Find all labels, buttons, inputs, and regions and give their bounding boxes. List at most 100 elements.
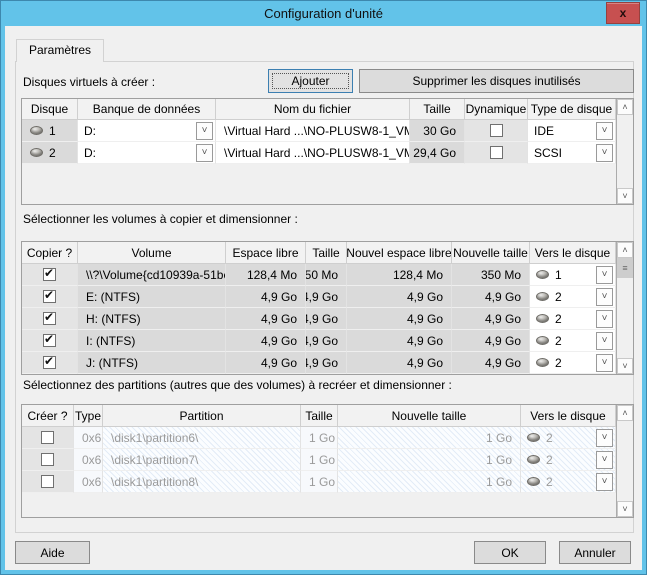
scroll-down-icon[interactable]: ˅ [617,188,633,204]
free-space-cell: 4,9 Go [226,308,306,330]
partition-cell: \disk1\partition6\ [103,427,301,449]
scrollbar[interactable]: ˄ ˅ [616,99,633,204]
table-row: E: (NTFS) 4,9 Go 4,9 Go 4,9 Go 4,9 Go 2 … [22,286,616,308]
close-button[interactable]: x [606,2,640,24]
scroll-up-icon[interactable]: ˄ [617,405,633,421]
disk-icon [536,336,549,345]
copy-checkbox[interactable] [43,334,56,347]
scroll-down-icon[interactable]: ˅ [617,501,633,517]
ok-button[interactable]: OK [474,541,546,564]
scroll-track[interactable] [617,421,633,501]
new-size-cell: 4,9 Go [452,286,530,308]
disk-type-combobox[interactable]: IDE ˅ [528,120,616,142]
scroll-up-icon[interactable]: ˄ [617,99,633,115]
disk-type-value: IDE [534,124,554,138]
col-taille: Taille [410,99,465,120]
free-space-cell: 128,4 Mo [226,264,306,286]
target-disk-combobox[interactable]: 2 ˅ [530,352,616,374]
help-button[interactable]: Aide [15,541,90,564]
type-cell: 0x6 [74,427,103,449]
disk-icon [30,126,43,135]
dynamic-checkbox[interactable] [490,124,503,137]
target-disk-combobox[interactable]: 2 ˅ [521,449,616,471]
size-cell: 4,9 Go [306,330,347,352]
target-disk-combobox[interactable]: 2 ˅ [530,330,616,352]
new-size-cell: 350 Mo [452,264,530,286]
target-disk-combobox[interactable]: 2 ˅ [521,427,616,449]
remove-button-label: Supprimer les disques inutilisés [412,74,580,88]
table-empty-area [22,164,616,204]
col-type: Type de disque [528,99,616,120]
filename-cell[interactable]: \Virtual Hard ...\NO-PLUSW8-1_VM_2.vhdx [216,142,410,164]
copy-checkbox[interactable] [43,268,56,281]
col-vers-disque: Vers le disque [521,405,616,427]
create-checkbox[interactable] [41,453,54,466]
chevron-down-icon[interactable]: ˅ [596,429,613,447]
target-disk-value: 2 [555,312,562,326]
volume-cell: E: (NTFS) [78,286,226,308]
target-disk-combobox[interactable]: 1 ˅ [530,264,616,286]
tab-parametres[interactable]: Paramètres [16,39,104,62]
scrollbar[interactable]: ˄ ˅ [616,405,633,517]
col-nouvelle-taille: Nouvelle taille [452,242,530,264]
copy-checkbox[interactable] [43,312,56,325]
disk-type-combobox[interactable]: SCSI ˅ [528,142,616,164]
table-row: 0x6 \disk1\partition6\ 1 Go 1 Go 2 ˅ [22,427,616,449]
chevron-down-icon[interactable]: ˅ [596,122,613,140]
help-button-label: Aide [40,546,64,560]
create-checkbox[interactable] [41,475,54,488]
free-space-cell: 4,9 Go [226,330,306,352]
table-row: H: (NTFS) 4,9 Go 4,9 Go 4,9 Go 4,9 Go 2 … [22,308,616,330]
chevron-down-icon[interactable]: ˅ [596,354,613,372]
datastore-combobox[interactable]: D: ˅ [78,120,216,142]
virtual-disks-header: Disque Banque de données Nom du fichier … [22,99,616,120]
chevron-down-icon[interactable]: ˅ [596,332,613,350]
size-cell: 30 Go [410,120,465,142]
scroll-track[interactable] [617,115,633,188]
target-disk-combobox[interactable]: 2 ˅ [521,471,616,493]
dialog-window: Configuration d'unité x Paramètres Disqu… [0,0,647,575]
col-type: Type [74,405,103,427]
chevron-down-icon[interactable]: ˅ [596,288,613,306]
scroll-track[interactable] [617,278,633,358]
scroll-down-icon[interactable]: ˅ [617,358,633,374]
table-row: 2 D: ˅ \Virtual Hard ...\NO-PLUSW8-1_VM_… [22,142,616,164]
size-cell: 4,9 Go [306,308,347,330]
disk-icon [527,455,540,464]
target-disk-combobox[interactable]: 2 ˅ [530,286,616,308]
scroll-up-icon[interactable]: ˄ [617,242,633,258]
cancel-button[interactable]: Annuler [559,541,631,564]
disk-icon [527,477,540,486]
create-checkbox[interactable] [41,431,54,444]
new-size-cell: 1 Go [338,427,521,449]
chevron-down-icon[interactable]: ˅ [596,144,613,162]
chevron-down-icon[interactable]: ˅ [596,473,613,491]
copy-checkbox[interactable] [43,356,56,369]
filename-cell[interactable]: \Virtual Hard ...\NO-PLUSW8-1_VM_1.vhdx [216,120,410,142]
col-espace-libre: Espace libre [226,242,306,264]
copy-checkbox[interactable] [43,290,56,303]
new-free-space-cell: 4,9 Go [347,352,452,374]
create-cell [22,449,74,471]
scrollbar[interactable]: ˄ ≡ ˅ [616,242,633,374]
new-size-cell: 1 Go [338,471,521,493]
add-button[interactable]: Ajouter [268,69,353,93]
remove-unused-disks-button[interactable]: Supprimer les disques inutilisés [359,69,634,93]
col-creer: Créer ? [22,405,74,427]
dynamic-cell [465,142,528,164]
dynamic-checkbox[interactable] [490,146,503,159]
new-size-cell: 4,9 Go [452,330,530,352]
chevron-down-icon[interactable]: ˅ [596,310,613,328]
col-banque: Banque de données [78,99,216,120]
title-bar: Configuration d'unité x [1,1,646,26]
chevron-down-icon[interactable]: ˅ [596,266,613,284]
cancel-button-label: Annuler [574,546,615,560]
chevron-down-icon[interactable]: ˅ [596,451,613,469]
target-disk-combobox[interactable]: 2 ˅ [530,308,616,330]
chevron-down-icon[interactable]: ˅ [196,122,213,140]
size-cell: 350 Mo [306,264,347,286]
create-cell [22,427,74,449]
chevron-down-icon[interactable]: ˅ [196,144,213,162]
datastore-combobox[interactable]: D: ˅ [78,142,216,164]
scroll-thumb[interactable]: ≡ [617,258,633,278]
